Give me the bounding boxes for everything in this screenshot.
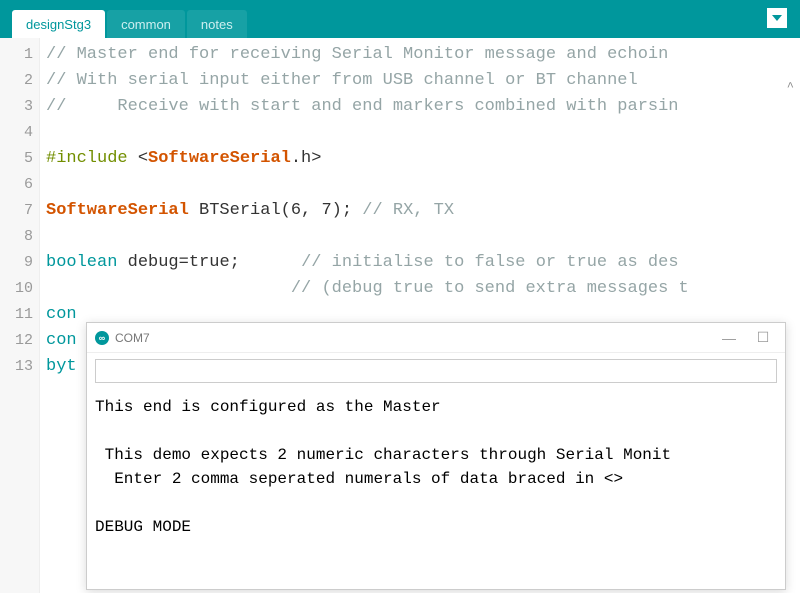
minimize-button[interactable]: — [715, 330, 743, 346]
code-line[interactable] [46, 120, 794, 146]
serial-titlebar[interactable]: ∞ COM7 — ☐ [87, 323, 785, 353]
tab-designstg3[interactable]: designStg3 [12, 10, 105, 38]
line-number: 11 [0, 302, 39, 328]
line-number: 10 [0, 276, 39, 302]
code-line[interactable] [46, 172, 794, 198]
maximize-button[interactable]: ☐ [749, 329, 777, 346]
code-line[interactable]: // (debug true to send extra messages t [46, 276, 794, 302]
code-line[interactable]: // With serial input either from USB cha… [46, 68, 794, 94]
tab-bar: designStg3 common notes [0, 0, 800, 38]
line-number: 7 [0, 198, 39, 224]
line-number: 4 [0, 120, 39, 146]
line-number: 1 [0, 42, 39, 68]
serial-monitor-window: ∞ COM7 — ☐ This end is configured as the… [86, 322, 786, 590]
code-line[interactable]: boolean debug=true; // initialise to fal… [46, 250, 794, 276]
tab-common[interactable]: common [107, 10, 185, 38]
line-gutter: 12345678910111213 [0, 38, 40, 593]
code-line[interactable]: SoftwareSerial BTSerial(6, 7); // RX, TX [46, 198, 794, 224]
code-line[interactable]: // Receive with start and end markers co… [46, 94, 794, 120]
serial-title-text: COM7 [115, 331, 150, 345]
tab-notes[interactable]: notes [187, 10, 247, 38]
code-line[interactable]: #include <SoftwareSerial.h> [46, 146, 794, 172]
code-line[interactable] [46, 224, 794, 250]
code-line[interactable]: // Master end for receiving Serial Monit… [46, 42, 794, 68]
line-number: 3 [0, 94, 39, 120]
arduino-icon: ∞ [95, 331, 109, 345]
line-number: 6 [0, 172, 39, 198]
serial-output[interactable]: This end is configured as the Master Thi… [87, 389, 785, 545]
tab-menu-button[interactable] [766, 7, 788, 29]
line-number: 5 [0, 146, 39, 172]
line-number: 8 [0, 224, 39, 250]
line-number: 9 [0, 250, 39, 276]
line-number: 13 [0, 354, 39, 380]
line-number: 12 [0, 328, 39, 354]
serial-send-input[interactable] [95, 359, 777, 383]
chevron-down-icon [772, 15, 782, 21]
line-number: 2 [0, 68, 39, 94]
